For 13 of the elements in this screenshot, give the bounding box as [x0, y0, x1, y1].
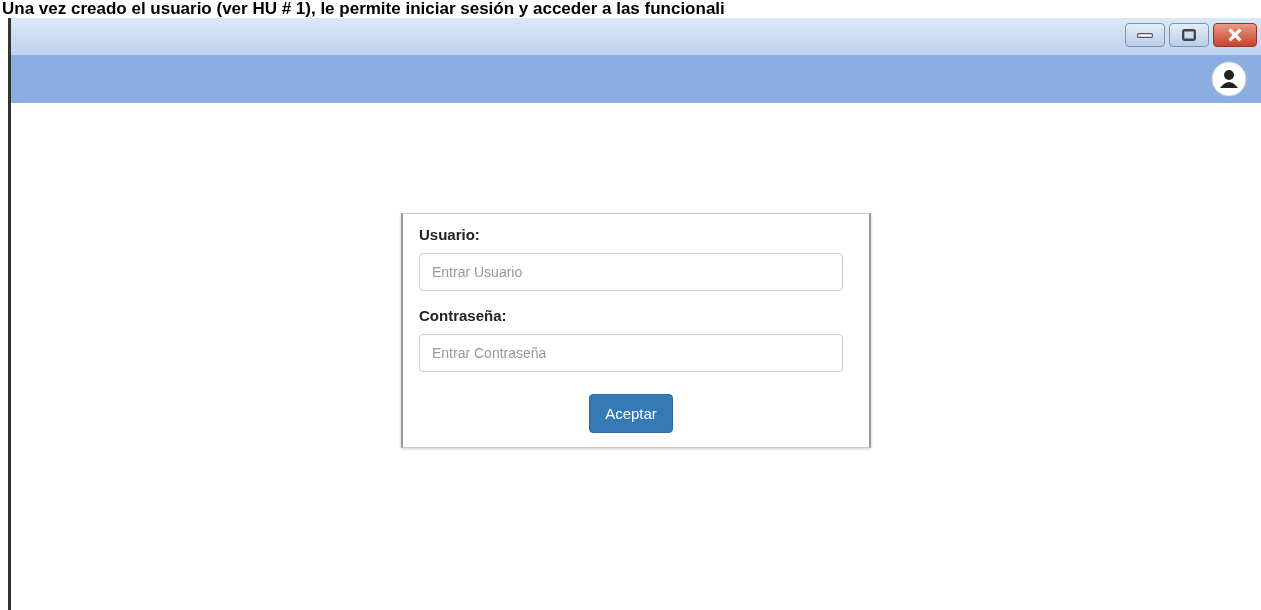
caption-text: Una vez creado el usuario (ver HU # 1), le permite iniciar sesión y acceder a las funcionali [1, 0, 726, 18]
user-icon[interactable] [1211, 61, 1247, 97]
minimize-button[interactable] [1125, 23, 1165, 47]
close-button[interactable] [1213, 23, 1257, 47]
field-label: Contraseña: [419, 307, 508, 324]
maximize-button[interactable] [1169, 23, 1209, 47]
accept-button[interactable]: Aceptar [589, 394, 673, 433]
maximize-icon [1182, 29, 1196, 41]
input-field[interactable]: Entrar Contraseña [419, 334, 843, 372]
minimize-icon [1137, 32, 1153, 38]
field-label: Usuario: [419, 226, 481, 243]
input-field[interactable]: Entrar Usuario [419, 253, 843, 291]
close-icon [1228, 28, 1242, 42]
